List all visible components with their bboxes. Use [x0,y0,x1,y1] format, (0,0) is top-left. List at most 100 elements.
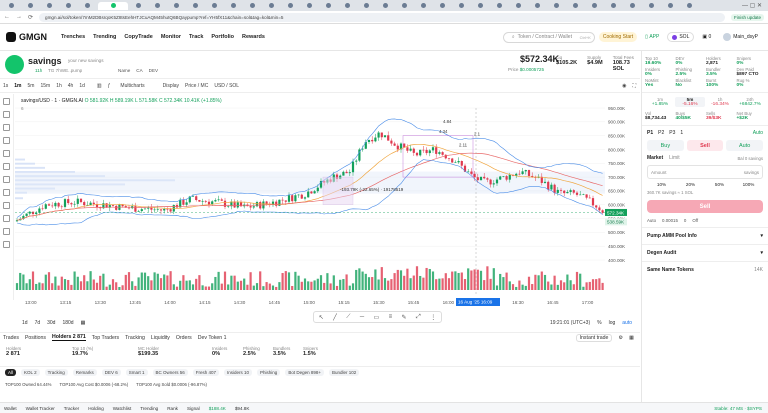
browser-tab[interactable] [79,2,96,10]
preset-p3[interactable]: P3 [669,130,675,136]
token-contract[interactable]: TG 7hWE..pump [48,68,82,73]
browser-tab[interactable] [22,2,39,10]
instant-trade-button[interactable]: Instant trade [575,333,613,342]
auto-toggle-right[interactable]: Auto [753,130,763,136]
tab-liquidity[interactable]: Liquidity [151,335,170,341]
tab-dev-token[interactable]: Dev Token 1 [198,335,227,341]
filter-tracking[interactable]: Tracking [44,368,68,376]
back-icon[interactable]: ← [4,14,10,20]
pct-20[interactable]: 20% [676,182,705,187]
auto-tab[interactable]: Auto [726,140,764,151]
app-button[interactable]: ▯ APP [641,32,663,42]
pattern-tool-icon[interactable] [3,137,10,144]
interval-15m[interactable]: 15m [40,83,50,89]
footer-trending[interactable]: Trending [140,406,158,411]
filter-phishing[interactable]: Phishing [257,368,281,376]
browser-tab[interactable] [60,2,77,10]
percent-toggle[interactable]: % [597,320,601,326]
menu-copytrade[interactable]: CopyTrade [124,34,152,40]
menu-trending[interactable]: Trending [93,34,116,40]
pct-100[interactable]: 100% [734,182,763,187]
tab-orders[interactable]: Orders [176,335,192,341]
preset-p1[interactable]: P1 [647,130,653,136]
buy-tab[interactable]: Buy [647,140,684,151]
hline-icon[interactable]: ─ [360,314,364,320]
tab-holders[interactable]: Holders 2 871 [52,334,86,341]
log-toggle[interactable]: log [609,320,616,326]
same-name-row[interactable]: Same Name Tokens 14K [642,264,768,276]
interval-1h[interactable]: 1h [56,83,62,89]
browser-tab[interactable] [206,2,223,10]
trash-tool-icon[interactable] [3,241,10,248]
sell-tab[interactable]: Sell [686,140,724,151]
usd-sol-toggle[interactable]: USD / SOL [214,83,239,89]
footer-signal[interactable]: Signal [187,406,200,411]
calendar-icon[interactable]: ▦ [81,320,86,326]
window-controls[interactable]: — ▢ ✕ [742,2,762,9]
pool-info-row[interactable]: Pump AMM Pool Info ▾ [642,230,768,242]
filter-bot-degen[interactable]: Bot Degen 898+ [285,368,324,376]
browser-tab[interactable] [3,2,20,10]
browser-tab[interactable] [41,2,58,10]
wallet-menu[interactable]: ▣ 0 [698,32,715,42]
browser-tab[interactable] [301,2,318,10]
price-mc-toggle[interactable]: Price / MC [185,83,208,89]
camera-icon[interactable]: ◉ [622,83,626,89]
line-icon[interactable]: ╱ [333,314,337,321]
reload-icon[interactable]: ⟳ [28,14,33,21]
filter-bc-owners[interactable]: BC Owners 56 [152,368,188,376]
brush-tool-icon[interactable] [3,150,10,157]
browser-tab[interactable] [681,2,698,10]
interval-5m[interactable]: 5m [28,83,35,89]
chain-select[interactable]: SOL [667,32,695,42]
browser-tab[interactable] [168,2,185,10]
market-tab[interactable]: Market [647,155,663,161]
browser-tab[interactable] [244,2,261,10]
preset-count[interactable]: 1 [680,130,683,136]
filter-all[interactable]: All [5,368,17,376]
range-1d[interactable]: 1d [22,320,28,326]
footer-tracker[interactable]: Tracker [64,406,79,411]
browser-tab[interactable] [491,2,508,10]
filter-dev[interactable]: DEV 6 [101,368,121,376]
browser-tab[interactable] [567,2,584,10]
period-24h[interactable]: 24h +6842.7% [735,97,765,107]
browser-tab-active[interactable] [98,1,128,10]
amount-input[interactable]: Amount savings [647,165,763,179]
auto-fee-toggle[interactable]: Auto [647,218,656,223]
range-7d[interactable]: 7d [35,320,41,326]
finish-update-button[interactable]: Finish update [730,13,764,21]
degen-audit-row[interactable]: Degen Audit ▾ [642,247,768,259]
menu-trenches[interactable]: Trenches [61,34,85,40]
range-180d[interactable]: 180d [62,320,73,326]
trade-settings[interactable]: Auto 0.00015 0 Off [642,216,768,225]
range-30d[interactable]: 30d [47,320,55,326]
filter-remarks[interactable]: Remarks [72,368,97,376]
ray-icon[interactable]: ⟋ [346,314,350,321]
browser-tab[interactable] [225,2,242,10]
zoom-tool-icon[interactable] [3,189,10,196]
forward-icon[interactable]: → [16,14,22,20]
interval-1s[interactable]: 1s [3,83,8,89]
browser-tab[interactable] [529,2,546,10]
browser-tab[interactable] [187,2,204,10]
browser-tab[interactable] [605,2,622,10]
tab-tracking[interactable]: Tracking [125,335,145,341]
footer-wallet-tracker[interactable]: Wallet Tracker [26,406,55,411]
footer-rank[interactable]: Rank [167,406,178,411]
display-button[interactable]: Display [163,83,179,89]
settings-icon[interactable]: ⚙ [618,335,623,341]
tab-positions[interactable]: Positions [25,335,46,341]
period-1h[interactable]: 1h -16.34% [705,97,735,107]
auto-toggle[interactable]: auto [622,320,632,326]
fullscreen-icon[interactable]: ⛶ [632,83,636,89]
more-icon[interactable]: ⋮ [430,314,436,321]
browser-tab[interactable] [130,2,147,10]
eye-tool-icon[interactable] [3,228,10,235]
text-tool-icon[interactable] [3,163,10,170]
browser-tab[interactable] [434,2,451,10]
browser-tab[interactable] [377,2,394,10]
cooking-button[interactable]: Cooking Start [598,32,638,42]
browser-tab[interactable] [548,2,565,10]
url-input[interactable]: gmgn.ai/sol/token/7mM2DBsrqoK5Z8tsEehHTJ… [39,12,725,22]
